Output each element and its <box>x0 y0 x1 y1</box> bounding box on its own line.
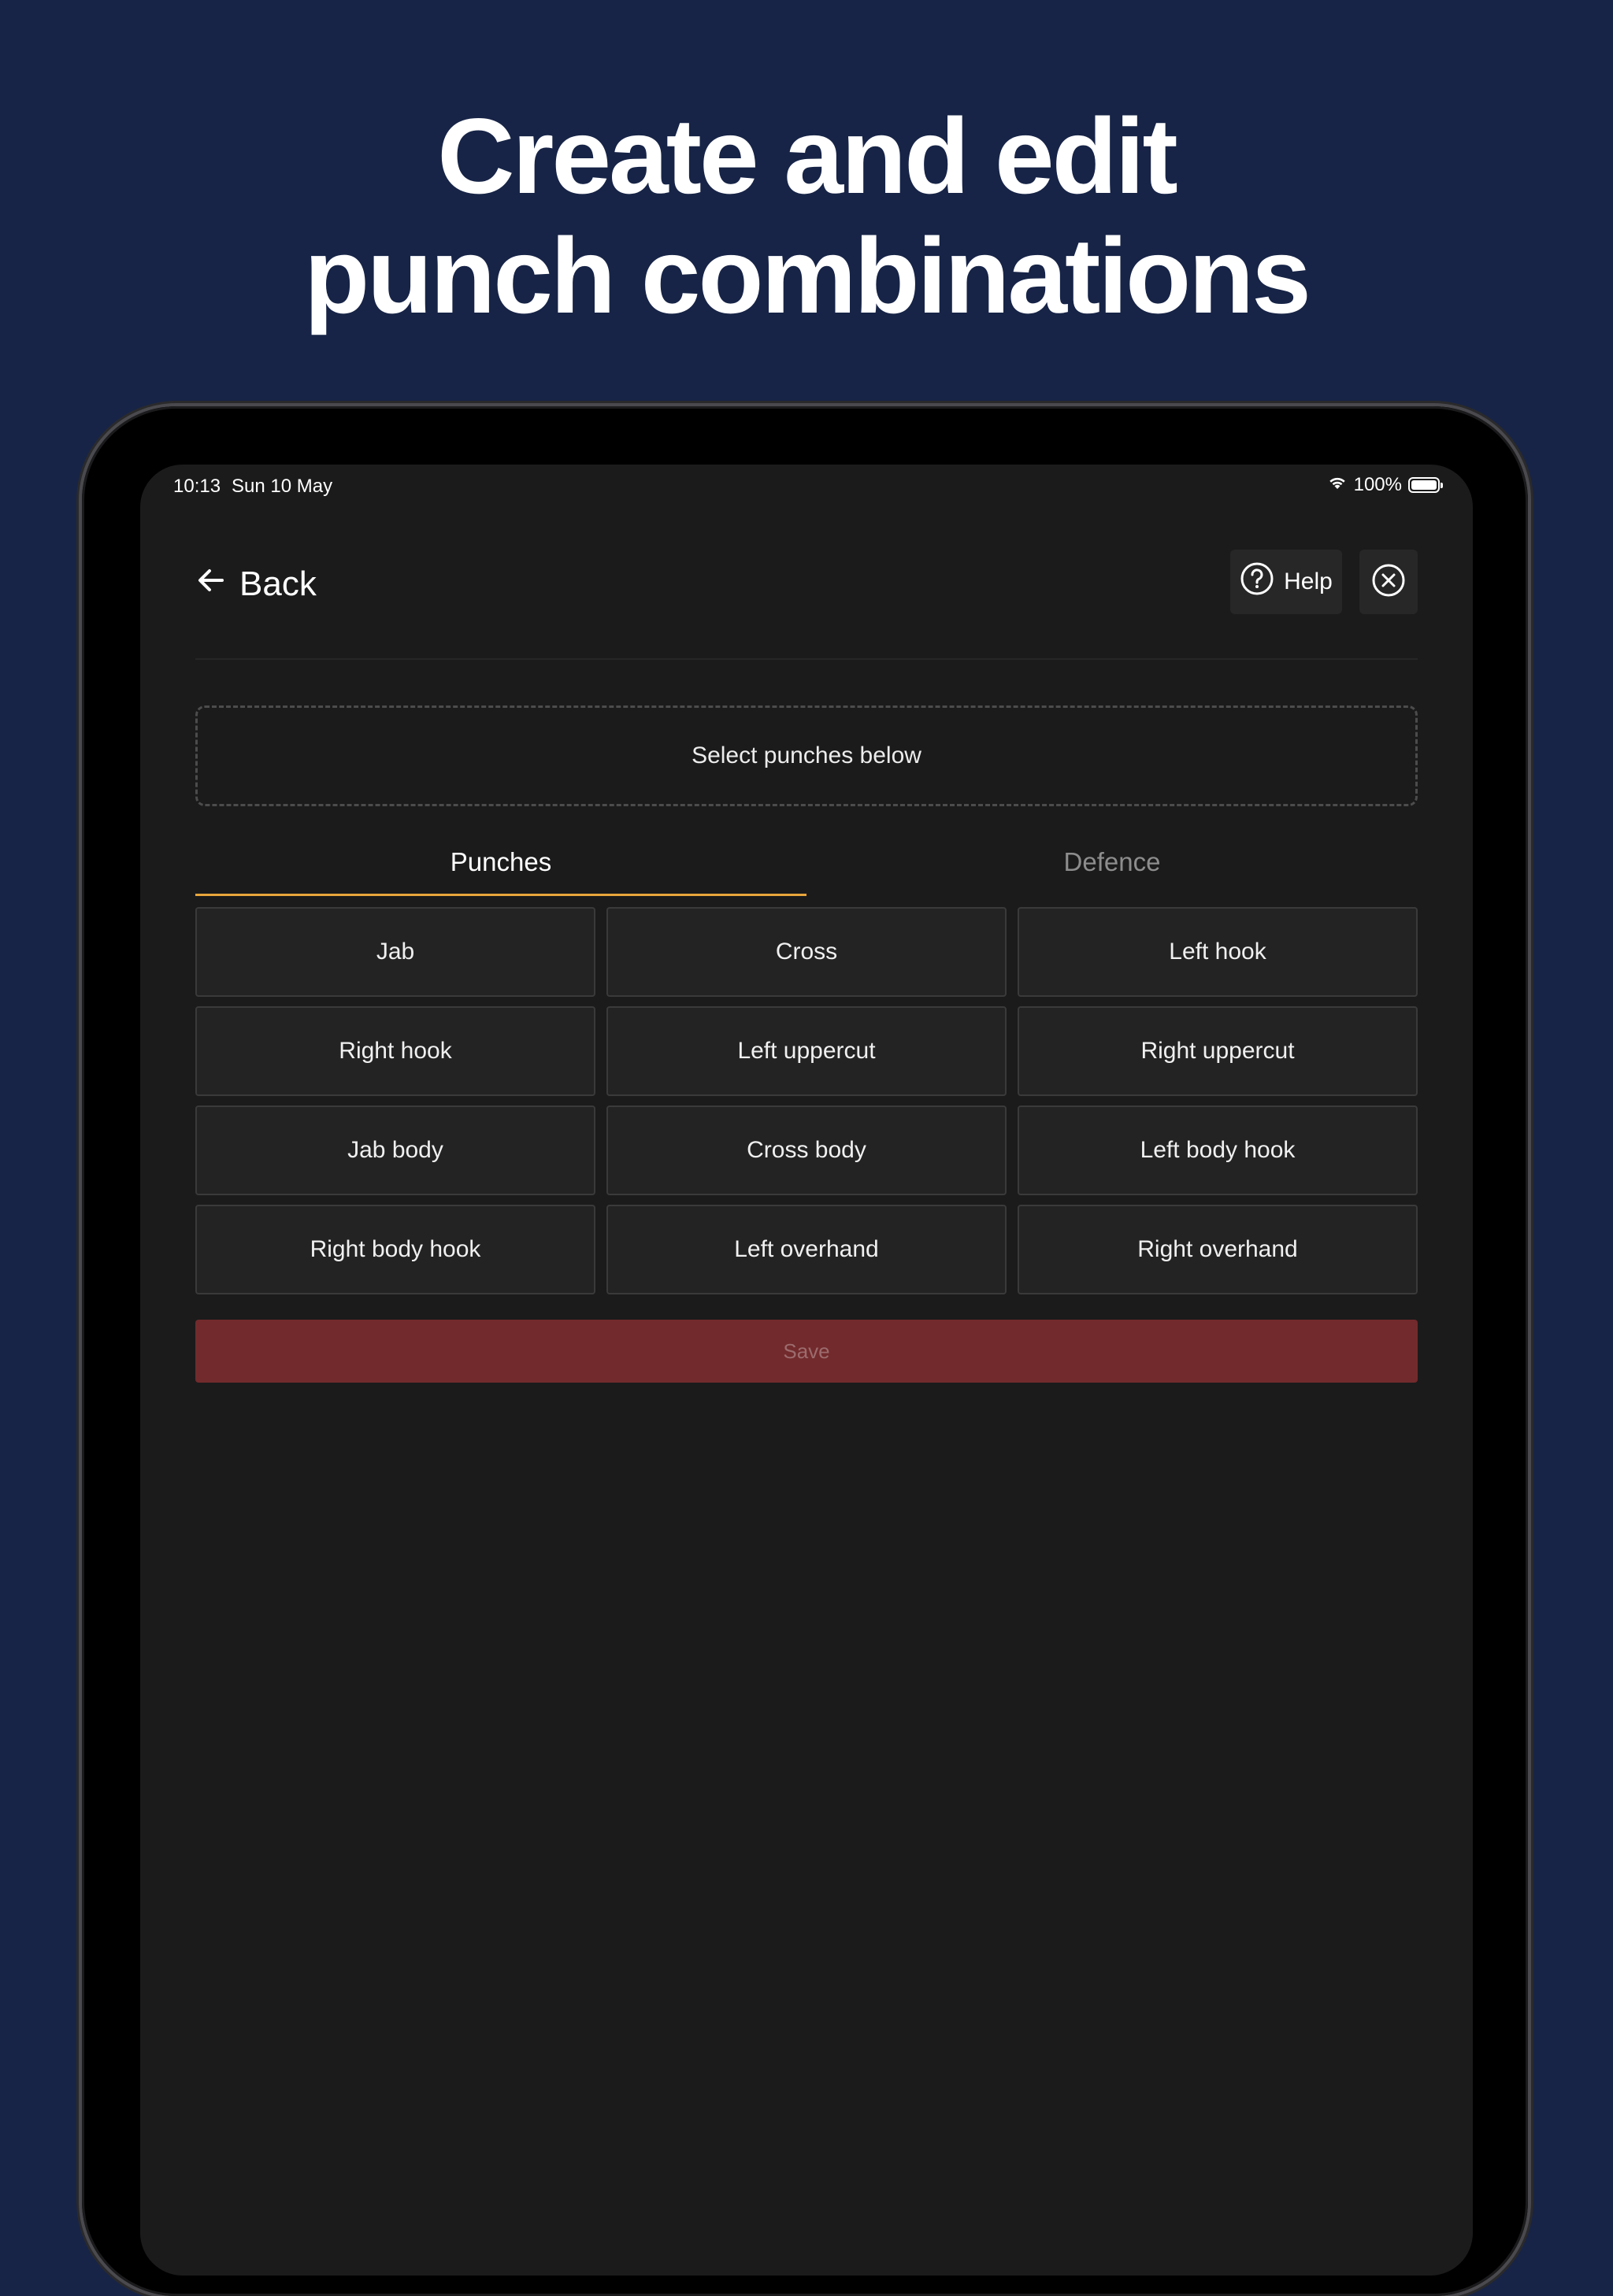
punch-label: Right uppercut <box>1140 1038 1295 1064</box>
status-time: 10:13 <box>173 476 221 497</box>
punch-label: Cross body <box>747 1137 866 1163</box>
back-label: Back <box>239 565 317 603</box>
help-label: Help <box>1284 568 1333 594</box>
save-label: Save <box>783 1339 830 1363</box>
punch-cross-body-button[interactable]: Cross body <box>606 1105 1007 1195</box>
arrow-left-icon <box>195 565 227 605</box>
status-right: 100% <box>1327 474 1443 496</box>
tab-defence[interactable]: Defence <box>806 836 1418 896</box>
dropzone-text: Select punches below <box>692 742 921 768</box>
help-button[interactable]: Help <box>1230 550 1342 614</box>
tab-bar: Punches Defence <box>195 836 1418 896</box>
battery-percentage: 100% <box>1353 474 1402 495</box>
headline-line-2: punch combinations <box>304 216 1311 335</box>
back-button[interactable]: Back <box>195 561 317 608</box>
punch-right-uppercut-button[interactable]: Right uppercut <box>1018 1006 1418 1096</box>
tab-punches[interactable]: Punches <box>195 836 806 896</box>
close-circle-icon <box>1371 563 1406 602</box>
punch-label: Jab body <box>347 1137 443 1163</box>
save-button[interactable]: Save <box>195 1320 1418 1383</box>
punch-left-hook-button[interactable]: Left hook <box>1018 907 1418 997</box>
punch-label: Left uppercut <box>737 1038 876 1064</box>
header-divider <box>195 658 1418 660</box>
punch-cross-button[interactable]: Cross <box>606 907 1007 997</box>
wifi-icon <box>1327 474 1348 496</box>
punch-label: Right hook <box>339 1038 452 1064</box>
punch-label: Jab <box>376 939 415 965</box>
battery-icon <box>1408 477 1443 493</box>
headline: Create and edit punch combinations <box>0 96 1613 335</box>
punch-label: Left overhand <box>734 1236 879 1262</box>
app-screen: 10:13 Sun 10 May 100% Back Help Select p… <box>140 465 1473 2276</box>
punch-jab-button[interactable]: Jab <box>195 907 595 997</box>
punch-jab-body-button[interactable]: Jab body <box>195 1105 595 1195</box>
close-button[interactable] <box>1359 550 1418 614</box>
punch-right-body-hook-button[interactable]: Right body hook <box>195 1205 595 1294</box>
status-date: Sun 10 May <box>232 476 333 497</box>
punch-right-overhand-button[interactable]: Right overhand <box>1018 1205 1418 1294</box>
punch-left-body-hook-button[interactable]: Left body hook <box>1018 1105 1418 1195</box>
tab-defence-label: Defence <box>1063 847 1161 876</box>
punch-label: Cross <box>775 939 838 965</box>
punch-right-hook-button[interactable]: Right hook <box>195 1006 595 1096</box>
combination-dropzone: Select punches below <box>195 705 1418 806</box>
punch-grid: Jab Cross Left hook Right hook Left uppe… <box>195 907 1418 1294</box>
tab-punches-label: Punches <box>450 847 552 876</box>
status-bar: 10:13 Sun 10 May 100% <box>140 465 1473 507</box>
punch-left-uppercut-button[interactable]: Left uppercut <box>606 1006 1007 1096</box>
punch-label: Right overhand <box>1137 1236 1298 1262</box>
punch-label: Left hook <box>1169 939 1266 965</box>
punch-label: Left body hook <box>1140 1137 1296 1163</box>
punch-label: Right body hook <box>310 1236 481 1262</box>
punch-left-overhand-button[interactable]: Left overhand <box>606 1205 1007 1294</box>
question-circle-icon <box>1240 561 1274 602</box>
headline-line-1: Create and edit <box>437 96 1177 216</box>
